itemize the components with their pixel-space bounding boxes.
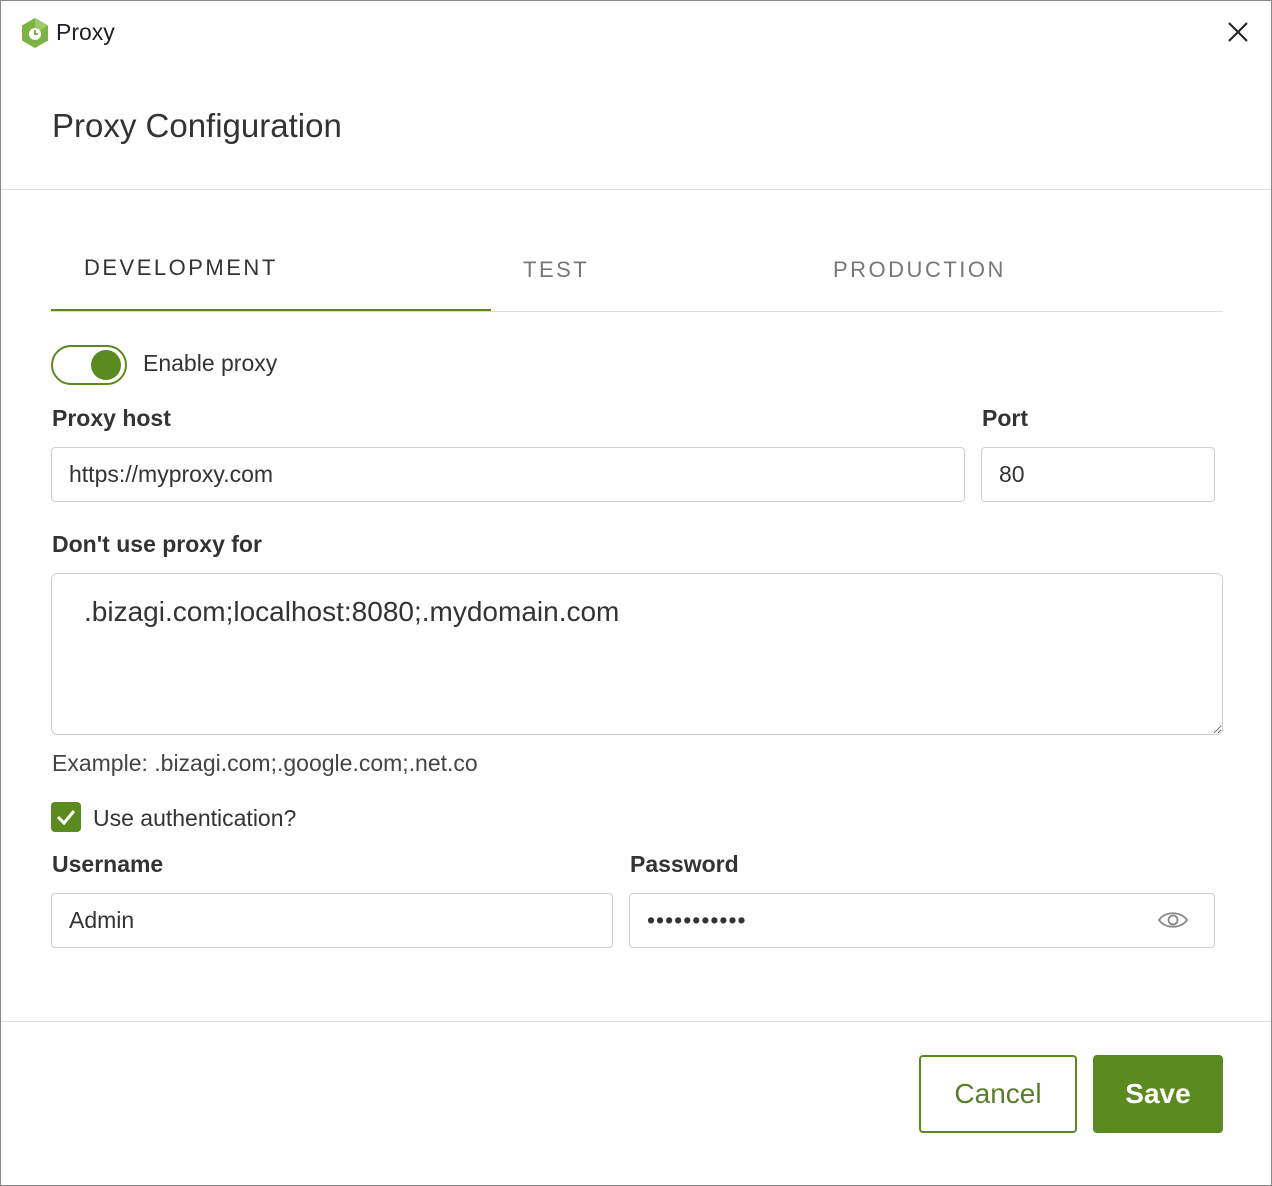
enable-proxy-label: Enable proxy xyxy=(143,350,278,376)
port-label: Port xyxy=(982,405,1028,431)
active-tab-indicator xyxy=(51,309,491,311)
username-label: Username xyxy=(52,851,164,877)
exclusions-label: Don't use proxy for xyxy=(52,531,262,557)
dialog-title: Proxy Configuration xyxy=(52,107,342,144)
header-divider xyxy=(1,189,1271,190)
environment-tabs: DEVELOPMENT TEST PRODUCTION xyxy=(51,241,1223,312)
tab-test[interactable]: TEST xyxy=(523,257,589,283)
footer-divider xyxy=(1,1021,1271,1022)
exclusions-example: Example: .bizagi.com;.google.com;.net.co xyxy=(52,750,478,776)
save-button[interactable]: Save xyxy=(1093,1055,1223,1133)
enable-proxy-toggle[interactable] xyxy=(51,345,127,385)
checkmark-icon xyxy=(56,810,76,826)
toggle-knob xyxy=(91,350,121,380)
window-title: Proxy xyxy=(56,19,115,45)
tab-development[interactable]: DEVELOPMENT xyxy=(84,255,278,281)
eye-icon[interactable] xyxy=(1157,908,1189,932)
bizagi-logo-icon xyxy=(22,18,48,48)
proxy-host-input[interactable] xyxy=(51,447,965,502)
proxy-dialog-window: Proxy Proxy Configuration DEVELOPMENT TE… xyxy=(0,0,1272,1186)
password-input[interactable] xyxy=(629,893,1215,948)
exclusions-textarea[interactable]: .bizagi.com;localhost:8080;.mydomain.com xyxy=(51,573,1223,735)
port-input[interactable] xyxy=(981,447,1215,502)
proxy-host-label: Proxy host xyxy=(52,405,171,431)
use-authentication-label: Use authentication? xyxy=(93,805,297,831)
title-bar: Proxy xyxy=(1,1,1271,65)
tab-production[interactable]: PRODUCTION xyxy=(833,257,1006,283)
password-label: Password xyxy=(630,851,739,877)
cancel-button[interactable]: Cancel xyxy=(919,1055,1077,1133)
username-input[interactable] xyxy=(51,893,613,948)
close-icon[interactable] xyxy=(1221,15,1255,49)
use-authentication-checkbox[interactable] xyxy=(51,802,81,832)
